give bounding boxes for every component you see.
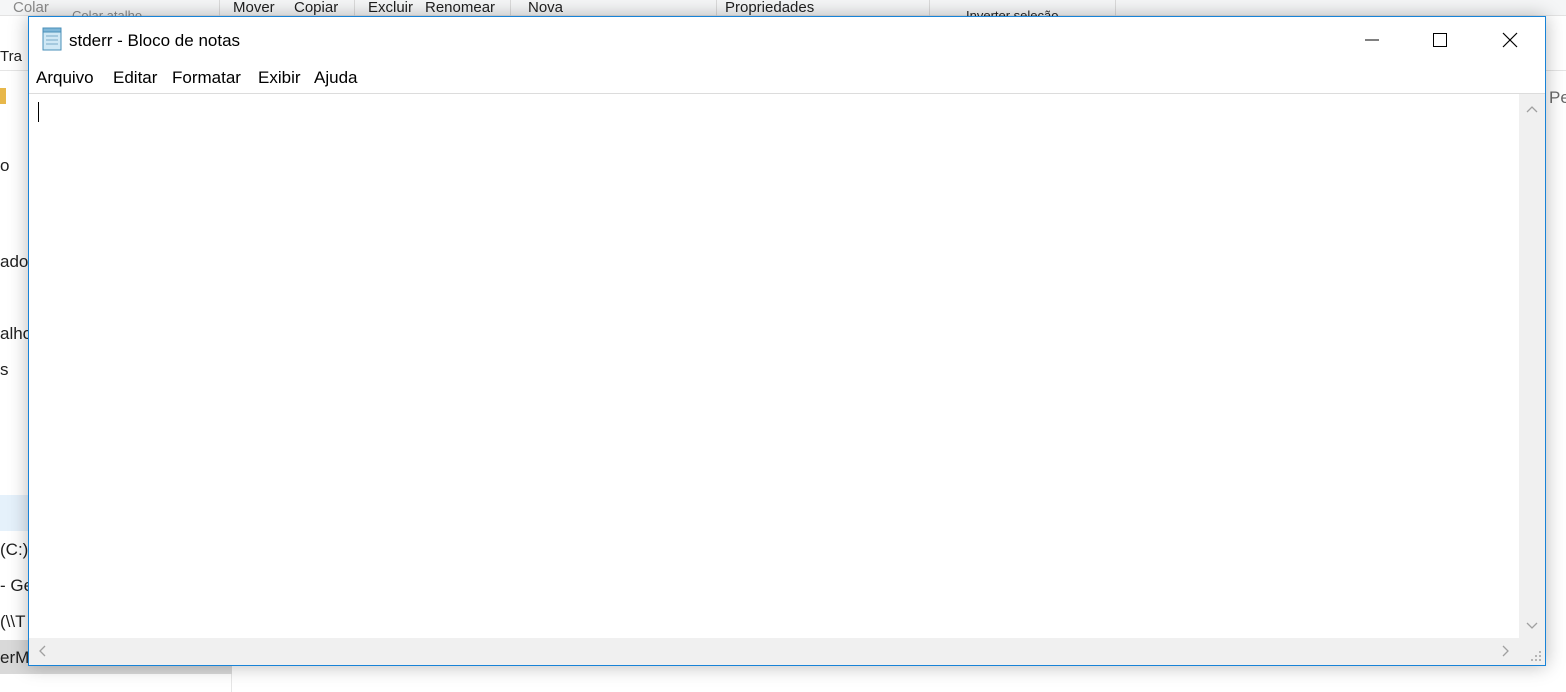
ribbon-mover-button[interactable]: Mover (233, 0, 275, 16)
search-box-fragment[interactable]: Pe (1549, 88, 1566, 108)
text-editor-area[interactable] (29, 93, 1545, 665)
ribbon-renomear-button[interactable]: Renomear (425, 0, 495, 16)
folder-icon (0, 88, 6, 104)
ribbon-inverter-selecao-button[interactable]: Inverter seleção (966, 8, 1076, 16)
menu-arquivo[interactable]: Arquivo (36, 68, 94, 88)
sidebar-item[interactable]: (\\T (0, 612, 26, 632)
ribbon-propriedades-button[interactable]: Propriedades (725, 0, 814, 16)
explorer-ribbon: Colar Colar atalho Mover Copiar Excluir … (0, 0, 1566, 16)
menu-exibir[interactable]: Exibir (258, 68, 301, 88)
scroll-down-icon[interactable] (1526, 621, 1538, 631)
horizontal-scrollbar[interactable] (29, 638, 1519, 665)
sidebar-item[interactable]: s (0, 360, 9, 380)
explorer-tra-label: Tra (0, 48, 22, 65)
close-button[interactable] (1475, 17, 1545, 63)
ribbon-colar-button[interactable]: Colar (13, 0, 49, 16)
title-bar[interactable]: stderr - Bloco de notas (29, 17, 1545, 63)
maximize-icon (1433, 33, 1447, 47)
menu-bar: Arquivo Editar Formatar Exibir Ajuda (29, 63, 1545, 93)
menu-ajuda[interactable]: Ajuda (314, 68, 357, 88)
menu-editar[interactable]: Editar (113, 68, 157, 88)
vertical-scrollbar[interactable] (1519, 94, 1545, 639)
ribbon-copiar-button[interactable]: Copiar (294, 0, 338, 16)
minimize-button[interactable] (1337, 17, 1407, 63)
scroll-left-icon[interactable] (37, 645, 47, 657)
scroll-right-icon[interactable] (1501, 645, 1511, 657)
ribbon-nova-button[interactable]: Nova (528, 0, 563, 16)
notepad-icon (42, 27, 62, 51)
notepad-window: stderr - Bloco de notas Arquivo Editar F… (28, 16, 1546, 666)
ribbon-colar-atalho-button[interactable]: Colar atalho (72, 8, 172, 16)
close-icon (1502, 32, 1518, 48)
resize-grip[interactable] (1519, 638, 1545, 665)
sidebar-item[interactable]: o (0, 156, 9, 176)
maximize-button[interactable] (1405, 17, 1475, 63)
text-caret (38, 102, 39, 122)
window-title: stderr - Bloco de notas (69, 31, 241, 50)
sidebar-item[interactable]: (C:) (0, 540, 28, 560)
sidebar-item[interactable]: erM (0, 648, 29, 668)
sidebar-selected-row[interactable] (0, 495, 30, 531)
resize-grip-icon (1531, 651, 1541, 661)
minimize-icon (1365, 39, 1379, 41)
ribbon-excluir-button[interactable]: Excluir (368, 0, 413, 16)
menu-formatar[interactable]: Formatar (172, 68, 241, 88)
scroll-up-icon[interactable] (1526, 104, 1538, 114)
